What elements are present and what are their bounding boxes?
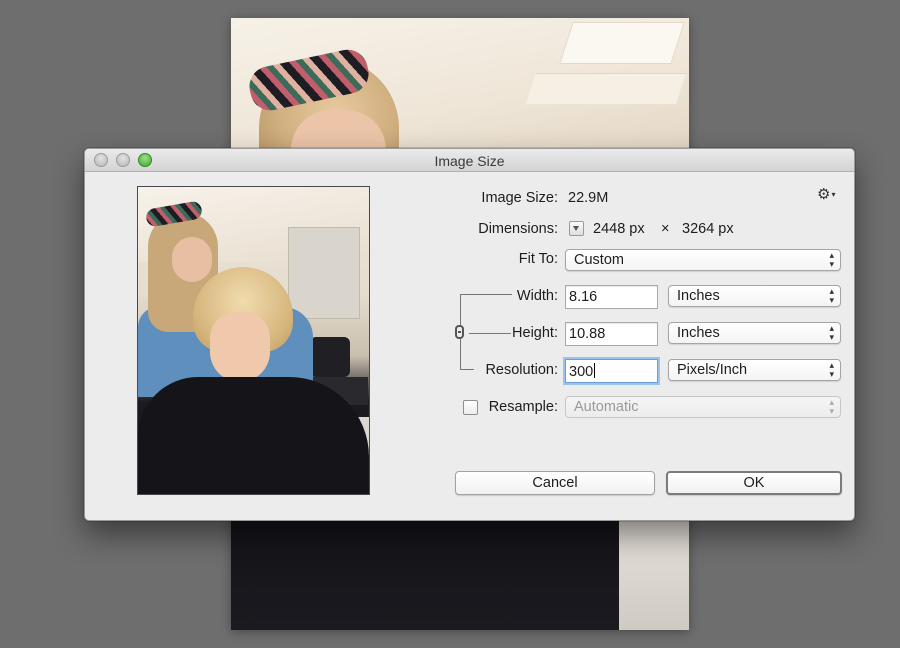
photo-ceiling-panel: [525, 73, 687, 104]
resolution-label: Resolution:: [485, 362, 558, 378]
fit-to-value: Custom: [574, 252, 624, 268]
height-unit-select[interactable]: Inches ▴ ▾: [668, 322, 841, 344]
resolution-value: 300: [569, 364, 594, 380]
dimensions-separator: ×: [661, 221, 670, 237]
resample-checkbox[interactable]: [463, 400, 478, 415]
height-unit-value: Inches: [677, 325, 720, 341]
photo-floor: [619, 518, 689, 630]
image-size-dialog: Image Size Image Size: 22.9M ⚙▾ Dimensio…: [84, 148, 855, 521]
resolution-unit-value: Pixels/Inch: [677, 362, 748, 378]
cancel-button[interactable]: Cancel: [455, 471, 655, 495]
resample-value: Automatic: [574, 399, 639, 415]
triangle-down-icon[interactable]: [569, 221, 584, 236]
photo-ceiling-panel: [559, 22, 685, 64]
preview-cape: [138, 377, 369, 494]
resolution-field[interactable]: 300: [565, 359, 658, 383]
height-label: Height:: [512, 325, 558, 341]
resample-label[interactable]: Resample:: [489, 399, 558, 415]
dimensions-width: 2448 px: [593, 221, 645, 237]
dialog-title: Image Size: [434, 153, 505, 169]
resolution-unit-select[interactable]: Pixels/Inch ▴ ▾: [668, 359, 841, 381]
ok-button[interactable]: OK: [666, 471, 842, 495]
width-unit-select[interactable]: Inches ▴ ▾: [668, 285, 841, 307]
width-field[interactable]: 8.16: [565, 285, 658, 309]
gear-icon[interactable]: ⚙▾: [817, 187, 837, 203]
constraint-bracket: [460, 294, 461, 325]
updown-arrows-icon: ▴ ▾: [829, 250, 834, 269]
updown-arrows-icon: ▴ ▾: [829, 286, 834, 305]
preview-woman-face: [172, 237, 212, 282]
height-field[interactable]: 10.88: [565, 322, 658, 346]
updown-arrows-icon: ▴ ▾: [829, 323, 834, 342]
preview-window: [288, 227, 360, 319]
chevron-down-icon: ▾: [831, 190, 836, 200]
preview-chair: [310, 337, 350, 377]
constraint-bracket: [460, 369, 474, 370]
fit-to-select[interactable]: Custom ▴ ▾: [565, 249, 841, 271]
width-unit-value: Inches: [677, 288, 720, 304]
constraint-bracket: [460, 294, 512, 295]
image-size-label: Image Size:: [481, 190, 558, 206]
width-label: Width:: [516, 288, 558, 304]
dimensions-label: Dimensions:: [478, 221, 558, 237]
updown-arrows-icon: ▴ ▾: [829, 360, 834, 379]
resample-select: Automatic ▴ ▾: [565, 396, 841, 418]
image-preview[interactable]: [137, 186, 370, 495]
fit-to-label: Fit To:: [518, 251, 558, 267]
link-icon[interactable]: [455, 325, 464, 339]
dimensions-height: 3264 px: [682, 221, 734, 237]
preview-boy-face: [210, 312, 270, 382]
constraint-bracket: [460, 339, 461, 369]
image-size-value: 22.9M: [568, 190, 609, 206]
constraint-bracket: [469, 333, 511, 334]
updown-arrows-icon: ▴ ▾: [829, 397, 834, 416]
title-bar[interactable]: Image Size: [85, 149, 854, 172]
